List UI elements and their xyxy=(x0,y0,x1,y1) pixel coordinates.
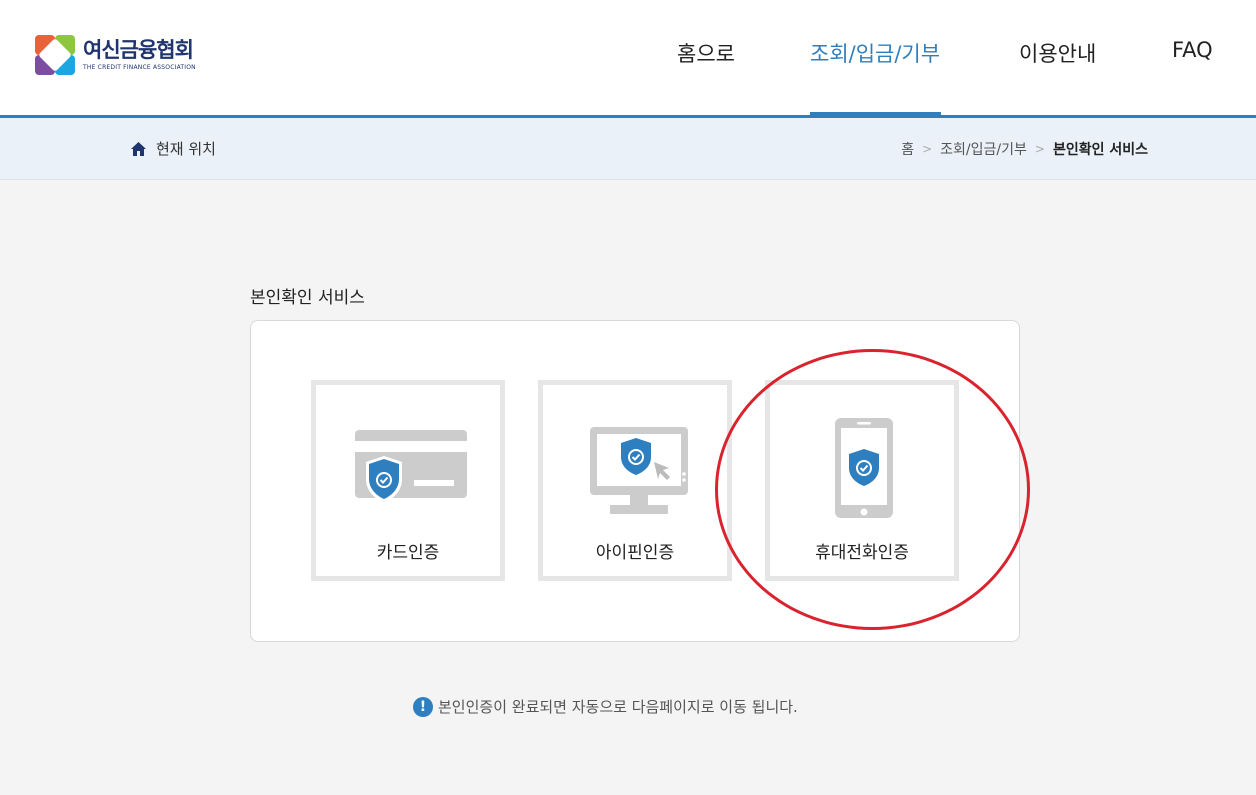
header: 여신금융협회 THE CREDIT FINANCE ASSOCIATION 홈으… xyxy=(0,0,1256,118)
breadcrumb: 홈 > 조회/입금/기부 > 본인확인 서비스 xyxy=(901,139,1148,159)
logo[interactable]: 여신금융협회 THE CREDIT FINANCE ASSOCIATION xyxy=(35,34,235,76)
home-icon xyxy=(131,141,146,156)
breadcrumb-inquiry[interactable]: 조회/입금/기부 xyxy=(940,139,1027,159)
nav-faq[interactable]: FAQ xyxy=(1172,38,1213,62)
logo-text: 여신금융협회 xyxy=(83,38,194,62)
logo-subtext: THE CREDIT FINANCE ASSOCIATION xyxy=(83,64,196,71)
ipin-auth-button[interactable]: 아이핀인증 xyxy=(538,380,732,581)
current-location: 현재 위치 xyxy=(130,138,216,159)
phone-shield-icon xyxy=(835,418,893,518)
logo-mark-icon xyxy=(35,35,75,75)
nav-guide[interactable]: 이용안내 xyxy=(1019,38,1096,68)
notice-text: 본인인증이 완료되면 자동으로 다음페이지로 이동 됩니다. xyxy=(438,698,798,716)
breadcrumb-home[interactable]: 홈 xyxy=(901,139,914,159)
nav-home[interactable]: 홈으로 xyxy=(677,38,735,68)
info-icon: ! xyxy=(413,696,433,717)
mobile-auth-label: 휴대전화인증 xyxy=(815,543,909,563)
breadcrumb-separator: > xyxy=(1034,142,1045,156)
card-auth-label: 카드인증 xyxy=(376,543,440,563)
credit-card-shield-icon xyxy=(355,430,467,503)
nav-inquiry[interactable]: 조회/입금/기부 xyxy=(810,38,940,68)
monitor-shield-icon xyxy=(590,427,688,514)
breadcrumb-bar: 현재 위치 홈 > 조회/입금/기부 > 본인확인 서비스 xyxy=(0,118,1256,180)
ipin-auth-label: 아이핀인증 xyxy=(595,543,675,563)
card-auth-button[interactable]: 카드인증 xyxy=(311,380,505,581)
breadcrumb-separator: > xyxy=(922,142,933,156)
page-title: 본인확인 서비스 xyxy=(250,288,365,308)
nav-active-indicator xyxy=(810,112,941,116)
breadcrumb-current: 본인확인 서비스 xyxy=(1052,142,1148,158)
location-label: 현재 위치 xyxy=(156,140,216,158)
mobile-auth-button[interactable]: 휴대전화인증 xyxy=(765,380,959,581)
notice-message: ! 본인인증이 완료되면 자동으로 다음페이지로 이동 됩니다. xyxy=(413,696,798,717)
